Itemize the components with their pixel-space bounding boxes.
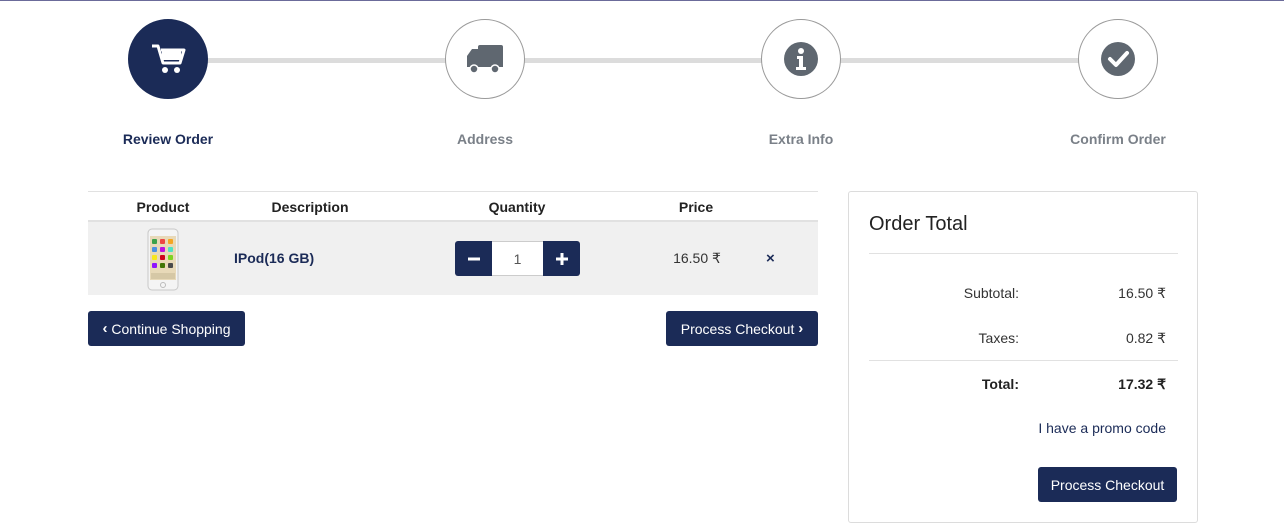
cart-table-header: Product Description Quantity Price	[88, 191, 818, 222]
quantity-stepper: 1	[455, 241, 580, 276]
minus-icon	[467, 257, 480, 260]
step-confirm-order[interactable]	[1078, 19, 1158, 99]
step-label-extra-info: Extra Info	[768, 131, 834, 147]
continue-shopping-label: Continue Shopping	[111, 320, 231, 337]
wizard-track	[168, 58, 1118, 63]
plus-icon	[555, 252, 568, 265]
header-quantity: Quantity	[488, 199, 546, 215]
step-label-address: Address	[456, 131, 514, 147]
taxes-value: 0.82 ₹	[1125, 330, 1166, 346]
cart-icon	[152, 44, 186, 73]
decrease-quantity-button[interactable]	[455, 241, 492, 276]
process-checkout-label: Process Checkout	[680, 320, 795, 337]
divider	[869, 360, 1178, 361]
ipod-image	[147, 228, 179, 291]
subtotal-label: Subtotal:	[963, 285, 1019, 301]
product-description[interactable]: IPod(16 GB)	[234, 250, 314, 266]
chevron-right-icon: ›	[798, 320, 804, 337]
subtotal-value: 16.50 ₹	[1118, 285, 1166, 301]
truck-icon	[467, 45, 503, 74]
quantity-input[interactable]: 1	[492, 241, 543, 276]
checkout-wizard: Review Order Address Extra Info Confirm …	[0, 0, 1284, 170]
order-total-panel: Order Total Subtotal: 16.50 ₹ Taxes: 0.8…	[848, 191, 1198, 523]
continue-shopping-button[interactable]: ‹ Continue Shopping	[88, 311, 245, 346]
header-product: Product	[136, 199, 190, 215]
process-checkout-button[interactable]: Process Checkout ›	[666, 311, 818, 346]
step-label-review-order: Review Order	[122, 131, 214, 147]
promo-code-link[interactable]: I have a promo code	[969, 420, 1166, 436]
header-price: Price	[678, 199, 714, 215]
step-label-confirm-order: Confirm Order	[1070, 131, 1166, 147]
total-value: 17.32 ₹	[1118, 376, 1166, 392]
order-total-title: Order Total	[869, 213, 968, 235]
step-extra-info[interactable]	[761, 19, 841, 99]
increase-quantity-button[interactable]	[543, 241, 580, 276]
panel-process-checkout-button[interactable]: Process Checkout	[1038, 467, 1177, 502]
remove-item-icon[interactable]: ×	[766, 250, 775, 267]
info-icon	[784, 42, 818, 76]
divider	[869, 253, 1178, 254]
chevron-left-icon: ‹	[102, 320, 108, 337]
table-row: IPod(16 GB) 1 16.50 ₹ ×	[88, 222, 818, 295]
check-circle-icon	[1101, 42, 1135, 76]
header-description: Description	[271, 199, 349, 215]
taxes-label: Taxes:	[978, 330, 1019, 346]
total-label: Total:	[981, 376, 1019, 392]
cart-table: Product Description Quantity Price IPod(…	[88, 191, 818, 295]
step-address[interactable]	[445, 19, 525, 99]
step-review-order[interactable]	[128, 19, 208, 99]
item-price: 16.50 ₹	[673, 250, 721, 266]
